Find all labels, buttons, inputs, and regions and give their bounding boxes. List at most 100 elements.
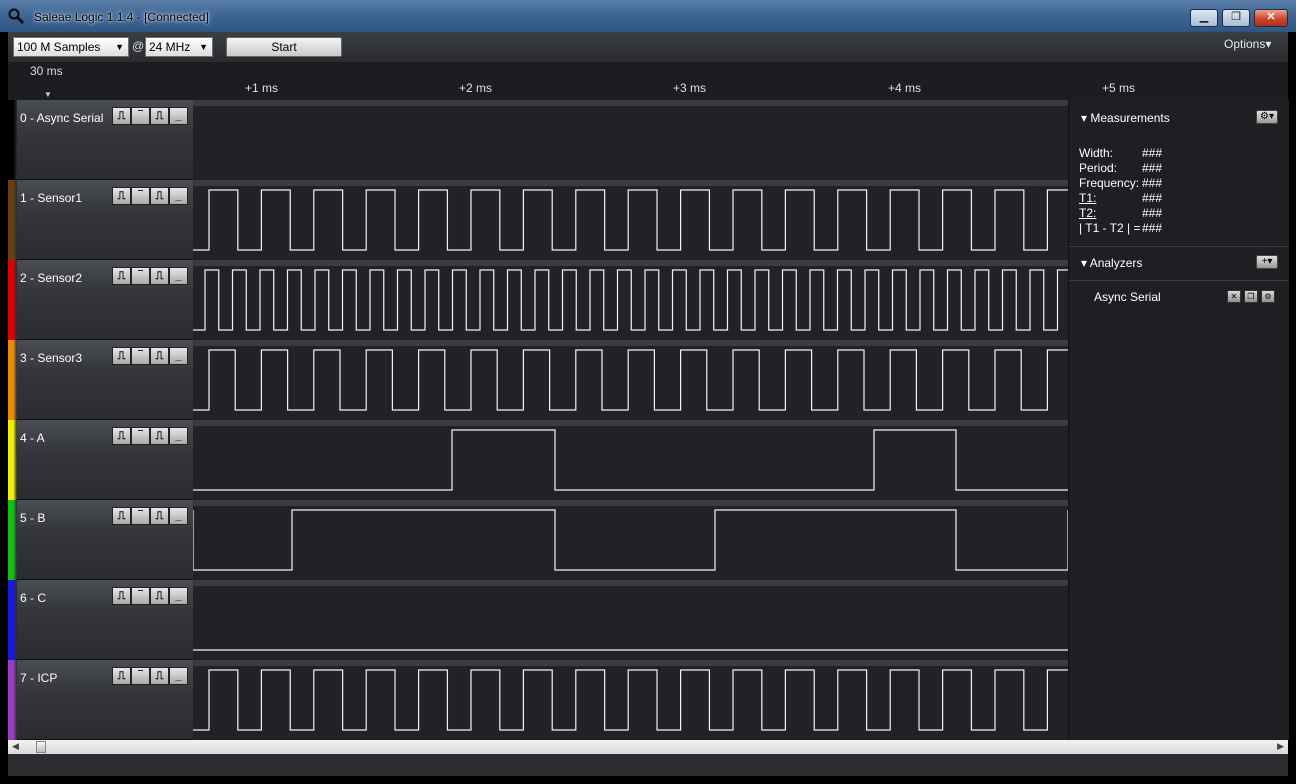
channel-color-bar bbox=[8, 580, 17, 660]
add-analyzer-icon[interactable]: +▾ bbox=[1256, 255, 1278, 269]
channel-name[interactable]: 6 - C bbox=[20, 591, 46, 605]
measurement-row: Width: ### bbox=[1079, 146, 1163, 160]
channel-row: 2 - Sensor2 ⎍ ‾ ⎍ _ bbox=[8, 260, 1068, 340]
status-bar bbox=[8, 754, 1288, 776]
channel-name[interactable]: 5 - B bbox=[20, 511, 45, 525]
analyzer-gear-icon[interactable]: ⚙ bbox=[1261, 290, 1275, 303]
falling-edge-trigger-icon[interactable]: ⎍ bbox=[150, 267, 169, 285]
waveform-trace bbox=[193, 649, 1068, 651]
scroll-right-icon[interactable]: ▶ bbox=[1277, 741, 1284, 752]
channel-name[interactable]: 0 - Async Serial bbox=[20, 111, 103, 125]
rising-edge-trigger-icon[interactable]: ⎍ bbox=[112, 187, 131, 205]
trigger-buttons: ⎍ ‾ ⎍ _ bbox=[112, 267, 190, 286]
low-level-trigger-icon[interactable]: _ bbox=[169, 427, 188, 445]
channel-color-bar bbox=[8, 340, 17, 420]
samples-select[interactable]: 100 M Samples ▼ bbox=[13, 37, 129, 57]
rising-edge-trigger-icon[interactable]: ⎍ bbox=[112, 667, 131, 685]
channel-name[interactable]: 4 - A bbox=[20, 431, 45, 445]
waveform-trace bbox=[193, 100, 1068, 180]
rate-select[interactable]: 24 MHz ▼ bbox=[145, 37, 213, 57]
channel-color-bar bbox=[8, 100, 17, 180]
trigger-buttons: ⎍ ‾ ⎍ _ bbox=[112, 507, 190, 526]
high-level-trigger-icon[interactable]: ‾ bbox=[131, 267, 150, 285]
waveform-line bbox=[193, 349, 1068, 411]
low-level-trigger-icon[interactable]: _ bbox=[169, 587, 188, 605]
at-sign: @ bbox=[132, 39, 145, 53]
low-level-trigger-icon[interactable]: _ bbox=[169, 187, 188, 205]
falling-edge-trigger-icon[interactable]: ⎍ bbox=[150, 507, 169, 525]
waveform-trace bbox=[193, 189, 1068, 251]
tick-arrow-icon: ▼ bbox=[44, 90, 52, 99]
scroll-thumb[interactable] bbox=[36, 741, 46, 753]
side-panel: ▾ Measurements ⚙▾ Width: ### Period: ### F… bbox=[1068, 100, 1289, 740]
high-level-trigger-icon[interactable]: ‾ bbox=[131, 107, 150, 125]
falling-edge-trigger-icon[interactable]: ⎍ bbox=[150, 347, 169, 365]
trigger-buttons: ⎍ ‾ ⎍ _ bbox=[112, 107, 190, 126]
channel-row: 4 - A ⎍ ‾ ⎍ _ bbox=[8, 420, 1068, 500]
close-button[interactable]: ✕ bbox=[1254, 9, 1288, 27]
falling-edge-trigger-icon[interactable]: ⎍ bbox=[150, 187, 169, 205]
measurements-header[interactable]: ▾ Measurements bbox=[1081, 111, 1170, 125]
rising-edge-trigger-icon[interactable]: ⎍ bbox=[112, 267, 131, 285]
trigger-buttons: ⎍ ‾ ⎍ _ bbox=[112, 667, 190, 686]
channel-name[interactable]: 2 - Sensor2 bbox=[20, 271, 82, 285]
measurement-row[interactable]: T2: ### bbox=[1079, 206, 1162, 220]
scroll-left-icon[interactable]: ◀ bbox=[12, 741, 19, 752]
high-level-trigger-icon[interactable]: ‾ bbox=[131, 587, 150, 605]
analyzers-title: Analyzers bbox=[1089, 256, 1143, 270]
high-level-trigger-icon[interactable]: ‾ bbox=[131, 667, 150, 685]
remove-analyzer-icon[interactable]: ✕ bbox=[1227, 290, 1241, 303]
rising-edge-trigger-icon[interactable]: ⎍ bbox=[112, 107, 131, 125]
measurement-row[interactable]: T1: ### bbox=[1079, 191, 1162, 205]
ruler-tick: +1 ms bbox=[245, 81, 279, 95]
start-button[interactable]: Start bbox=[226, 37, 342, 57]
rising-edge-trigger-icon[interactable]: ⎍ bbox=[112, 587, 131, 605]
low-level-trigger-icon[interactable]: _ bbox=[169, 107, 188, 125]
high-level-trigger-icon[interactable]: ‾ bbox=[131, 347, 150, 365]
channel-name[interactable]: 1 - Sensor1 bbox=[20, 191, 82, 205]
waveform-trace bbox=[193, 669, 1068, 731]
channel-name[interactable]: 3 - Sensor3 bbox=[20, 351, 82, 365]
rising-edge-trigger-icon[interactable]: ⎍ bbox=[112, 347, 131, 365]
waveform-line bbox=[193, 669, 1068, 731]
falling-edge-trigger-icon[interactable]: ⎍ bbox=[150, 587, 169, 605]
channel-color-bar bbox=[8, 660, 17, 740]
minimize-button[interactable]: ▁ bbox=[1190, 9, 1218, 27]
high-level-trigger-icon[interactable]: ‾ bbox=[131, 427, 150, 445]
rising-edge-trigger-icon[interactable]: ⎍ bbox=[112, 507, 131, 525]
low-level-trigger-icon[interactable]: _ bbox=[169, 267, 188, 285]
horizontal-scrollbar[interactable]: ◀ ▶ bbox=[8, 740, 1288, 754]
export-analyzer-icon[interactable]: ❐ bbox=[1244, 290, 1258, 303]
measurement-row: Period: ### bbox=[1079, 161, 1163, 175]
analyzers-header[interactable]: ▾ Analyzers bbox=[1081, 256, 1142, 270]
low-level-trigger-icon[interactable]: _ bbox=[169, 667, 188, 685]
falling-edge-trigger-icon[interactable]: ⎍ bbox=[150, 667, 169, 685]
waveform-line bbox=[193, 189, 1068, 251]
waveform-line bbox=[193, 429, 1068, 491]
high-level-trigger-icon[interactable]: ‾ bbox=[131, 507, 150, 525]
trigger-buttons: ⎍ ‾ ⎍ _ bbox=[112, 587, 190, 606]
low-level-trigger-icon[interactable]: _ bbox=[169, 347, 188, 365]
measurements-gear-icon[interactable]: ⚙▾ bbox=[1256, 110, 1278, 124]
channel-name[interactable]: 7 - ICP bbox=[20, 671, 57, 685]
options-menu[interactable]: Options▾ bbox=[1224, 37, 1271, 51]
falling-edge-trigger-icon[interactable]: ⎍ bbox=[150, 107, 169, 125]
waveform-line bbox=[193, 269, 1068, 331]
ruler-start-time: 30 ms bbox=[30, 64, 63, 78]
low-level-trigger-icon[interactable]: _ bbox=[169, 507, 188, 525]
rising-edge-trigger-icon[interactable]: ⎍ bbox=[112, 427, 131, 445]
trigger-buttons: ⎍ ‾ ⎍ _ bbox=[112, 187, 190, 206]
ruler-tick: +3 ms bbox=[673, 81, 707, 95]
channel-color-bar bbox=[8, 420, 17, 500]
maximize-button[interactable]: ❐ bbox=[1222, 9, 1250, 27]
channel-list: 0 - Async Serial ⎍ ‾ ⎍ _ 1 - Sensor1 ⎍ ‾ ⎍ _ 2 - S… bbox=[8, 100, 1068, 740]
window-title: Saleae Logic 1.1.4 - [Connected] bbox=[34, 10, 209, 24]
analyzer-item[interactable]: Async Serial bbox=[1094, 290, 1161, 304]
high-level-trigger-icon[interactable]: ‾ bbox=[131, 187, 150, 205]
channel-row: 0 - Async Serial ⎍ ‾ ⎍ _ bbox=[8, 100, 1068, 180]
measurement-row: | T1 - T2 | = ### bbox=[1079, 221, 1163, 235]
waveform-trace bbox=[193, 429, 1068, 491]
waveform-line bbox=[193, 509, 1068, 571]
magnifier-icon bbox=[8, 8, 24, 24]
falling-edge-trigger-icon[interactable]: ⎍ bbox=[150, 427, 169, 445]
